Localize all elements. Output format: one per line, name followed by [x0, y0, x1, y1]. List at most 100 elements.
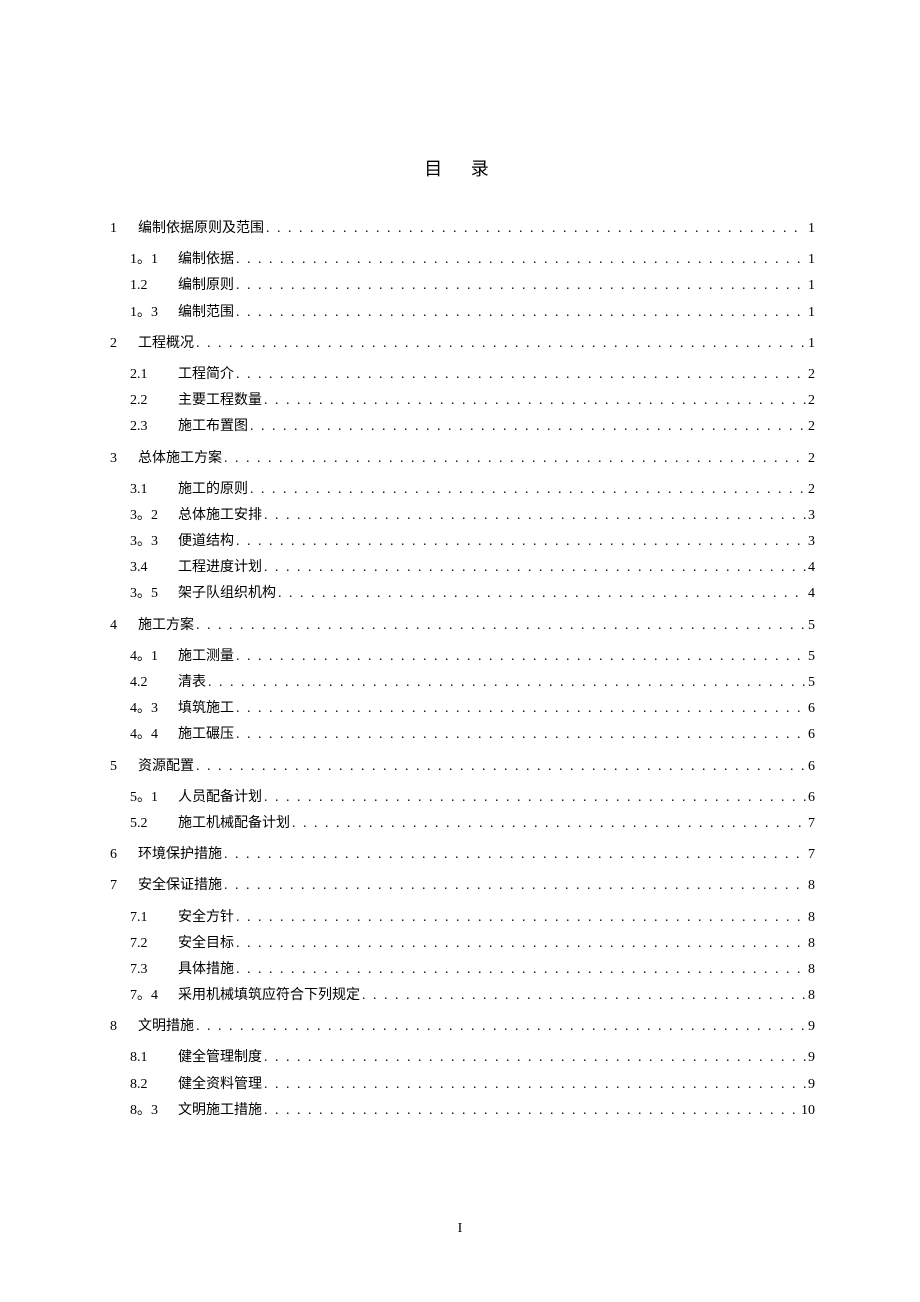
toc-entry: 5。1人员配备计划. . . . . . . . . . . . . . . .…: [130, 785, 815, 810]
toc-dots: . . . . . . . . . . . . . . . . . . . . …: [360, 983, 806, 1008]
toc-entry-page: 6: [806, 785, 815, 810]
toc-entry-label: 编制依据原则及范围: [138, 216, 264, 241]
toc-entry: 4.2清表. . . . . . . . . . . . . . . . . .…: [130, 670, 815, 695]
toc-entry-number: 5.2: [130, 811, 178, 836]
toc-dots: . . . . . . . . . . . . . . . . . . . . …: [194, 613, 806, 638]
toc-entry-page: 8: [806, 905, 815, 930]
toc-entry: 2.1工程简介. . . . . . . . . . . . . . . . .…: [130, 362, 815, 387]
toc-entry-number: 3.4: [130, 555, 178, 580]
toc-entry: 2.3施工布置图. . . . . . . . . . . . . . . . …: [130, 414, 815, 439]
toc-entry-page: 1: [806, 300, 815, 325]
toc-dots: . . . . . . . . . . . . . . . . . . . . …: [222, 873, 806, 898]
toc-entry-page: 9: [806, 1072, 815, 1097]
toc-entry-label: 编制原则: [178, 273, 234, 298]
toc-entry-number: 2.3: [130, 414, 178, 439]
toc-entry-label: 主要工程数量: [178, 388, 262, 413]
toc-entry-label: 资源配置: [138, 754, 194, 779]
page-number: I: [0, 1221, 920, 1237]
toc-entry-page: 5: [806, 644, 815, 669]
toc-entry: 8.1健全管理制度. . . . . . . . . . . . . . . .…: [130, 1045, 815, 1070]
toc-entry-number: 3.1: [130, 477, 178, 502]
toc-entry-number: 1。3: [130, 300, 178, 325]
toc-entry: 8文明措施. . . . . . . . . . . . . . . . . .…: [110, 1014, 815, 1039]
toc-dots: . . . . . . . . . . . . . . . . . . . . …: [248, 414, 806, 439]
toc-entry-label: 健全资料管理: [178, 1072, 262, 1097]
toc-entry-number: 8: [110, 1014, 138, 1039]
toc-entry-page: 8: [806, 931, 815, 956]
toc-entry: 1.2编制原则. . . . . . . . . . . . . . . . .…: [130, 273, 815, 298]
toc-entry-label: 人员配备计划: [178, 785, 262, 810]
toc-entry-number: 2.1: [130, 362, 178, 387]
toc-dots: . . . . . . . . . . . . . . . . . . . . …: [194, 754, 806, 779]
toc-entry-label: 施工方案: [138, 613, 194, 638]
toc-entry-page: 6: [806, 754, 815, 779]
toc-entry-page: 6: [806, 696, 815, 721]
toc-entry-label: 总体施工方案: [138, 446, 222, 471]
toc-entry-label: 采用机械填筑应符合下列规定: [178, 983, 360, 1008]
toc-entry-label: 清表: [178, 670, 206, 695]
toc-dots: . . . . . . . . . . . . . . . . . . . . …: [234, 931, 806, 956]
toc-entry-page: 8: [806, 983, 815, 1008]
toc-dots: . . . . . . . . . . . . . . . . . . . . …: [234, 722, 806, 747]
toc-entry-number: 7: [110, 873, 138, 898]
toc-entry-label: 文明施工措施: [178, 1098, 262, 1123]
toc-entry-page: 2: [806, 414, 815, 439]
toc-dots: . . . . . . . . . . . . . . . . . . . . …: [262, 1098, 799, 1123]
toc-entry-number: 6: [110, 842, 138, 867]
toc-dots: . . . . . . . . . . . . . . . . . . . . …: [264, 216, 806, 241]
toc-entry-label: 工程进度计划: [178, 555, 262, 580]
toc-dots: . . . . . . . . . . . . . . . . . . . . …: [234, 300, 806, 325]
toc-entry-label: 施工测量: [178, 644, 234, 669]
toc-entry-number: 7.3: [130, 957, 178, 982]
toc-entry-label: 施工的原则: [178, 477, 248, 502]
document-page: 目 录 1编制依据原则及范围. . . . . . . . . . . . . …: [0, 0, 920, 1123]
toc-entry-page: 4: [806, 555, 815, 580]
toc-dots: . . . . . . . . . . . . . . . . . . . . …: [234, 644, 806, 669]
toc-dots: . . . . . . . . . . . . . . . . . . . . …: [234, 362, 806, 387]
toc-entry: 4。4施工碾压. . . . . . . . . . . . . . . . .…: [130, 722, 815, 747]
toc-entry: 7.2安全目标. . . . . . . . . . . . . . . . .…: [130, 931, 815, 956]
toc-entry-page: 1: [806, 273, 815, 298]
toc-dots: . . . . . . . . . . . . . . . . . . . . …: [262, 388, 806, 413]
toc-entry-number: 8.1: [130, 1045, 178, 1070]
toc-entry: 2.2主要工程数量. . . . . . . . . . . . . . . .…: [130, 388, 815, 413]
toc-entry-label: 具体措施: [178, 957, 234, 982]
toc-entry: 4。3填筑施工. . . . . . . . . . . . . . . . .…: [130, 696, 815, 721]
toc-entry-page: 5: [806, 670, 815, 695]
toc-dots: . . . . . . . . . . . . . . . . . . . . …: [262, 1045, 806, 1070]
toc-entry: 1。3编制范围. . . . . . . . . . . . . . . . .…: [130, 300, 815, 325]
toc-entry-label: 安全目标: [178, 931, 234, 956]
toc-entry-label: 健全管理制度: [178, 1045, 262, 1070]
toc-entry-page: 6: [806, 722, 815, 747]
toc-entry-number: 7。4: [130, 983, 178, 1008]
toc-dots: . . . . . . . . . . . . . . . . . . . . …: [222, 446, 806, 471]
toc-entry: 3总体施工方案. . . . . . . . . . . . . . . . .…: [110, 446, 815, 471]
toc-entry: 1编制依据原则及范围. . . . . . . . . . . . . . . …: [110, 216, 815, 241]
toc-dots: . . . . . . . . . . . . . . . . . . . . …: [206, 670, 806, 695]
toc-entry-page: 5: [806, 613, 815, 638]
toc-entry-page: 8: [806, 957, 815, 982]
toc-entry-label: 编制依据: [178, 247, 234, 272]
toc-entry: 3。2总体施工安排. . . . . . . . . . . . . . . .…: [130, 503, 815, 528]
toc-entry-page: 7: [806, 811, 815, 836]
toc-entry: 1。1编制依据. . . . . . . . . . . . . . . . .…: [130, 247, 815, 272]
toc-entry-number: 3。3: [130, 529, 178, 554]
toc-dots: . . . . . . . . . . . . . . . . . . . . …: [262, 1072, 806, 1097]
toc-entry-page: 9: [806, 1014, 815, 1039]
toc-dots: . . . . . . . . . . . . . . . . . . . . …: [234, 529, 806, 554]
toc-dots: . . . . . . . . . . . . . . . . . . . . …: [234, 957, 806, 982]
toc-dots: . . . . . . . . . . . . . . . . . . . . …: [194, 331, 806, 356]
toc-dots: . . . . . . . . . . . . . . . . . . . . …: [248, 477, 806, 502]
toc-entry: 7.1安全方针. . . . . . . . . . . . . . . . .…: [130, 905, 815, 930]
toc-entry-number: 2: [110, 331, 138, 356]
toc-entry-label: 便道结构: [178, 529, 234, 554]
toc-entry-page: 2: [806, 388, 815, 413]
toc-entry-label: 架子队组织机构: [178, 581, 276, 606]
toc-title: 目 录: [110, 155, 815, 181]
toc-dots: . . . . . . . . . . . . . . . . . . . . …: [276, 581, 806, 606]
toc-entry-number: 4。4: [130, 722, 178, 747]
toc-entry-number: 3。2: [130, 503, 178, 528]
toc-entry: 5.2施工机械配备计划. . . . . . . . . . . . . . .…: [130, 811, 815, 836]
toc-entry-label: 工程简介: [178, 362, 234, 387]
toc-dots: . . . . . . . . . . . . . . . . . . . . …: [234, 273, 806, 298]
